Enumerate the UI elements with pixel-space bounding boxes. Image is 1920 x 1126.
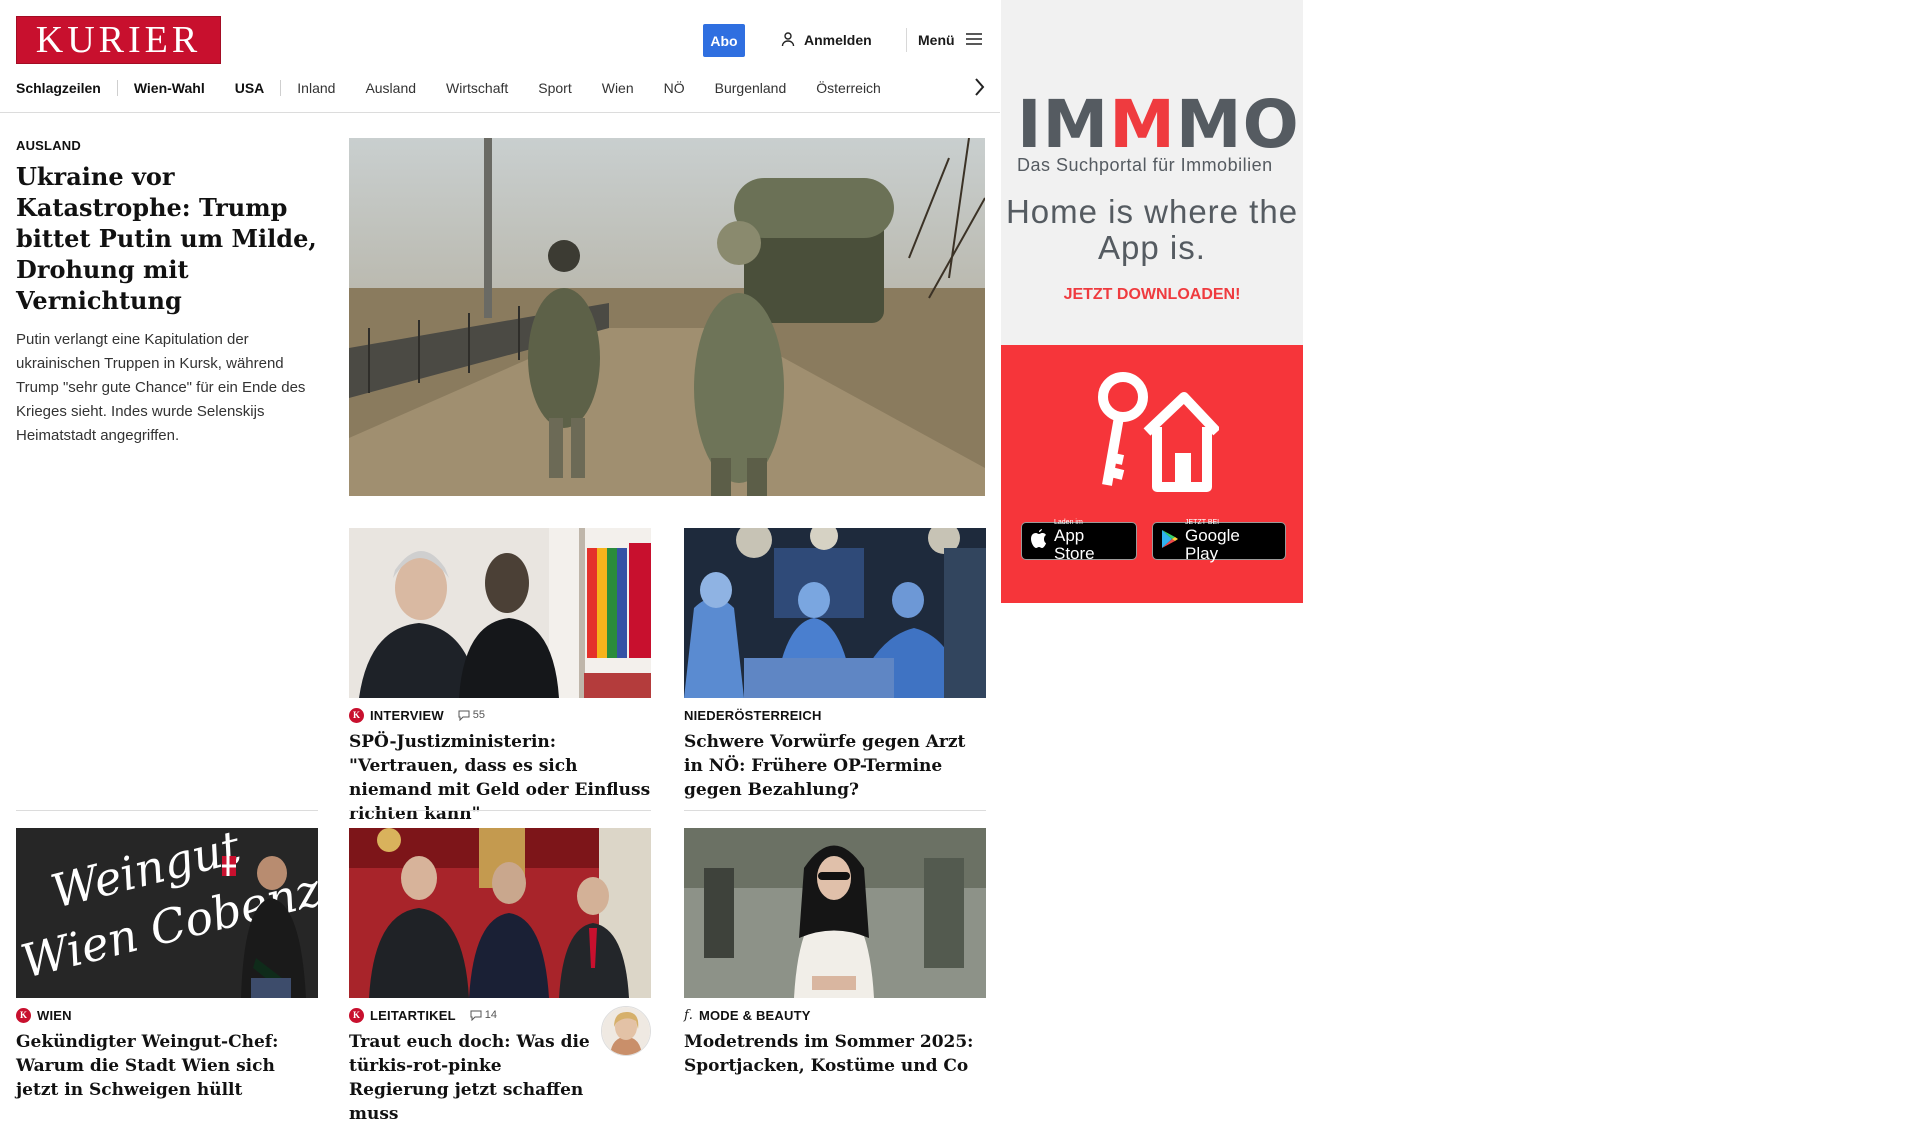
nav-item-wien-wahl[interactable]: Wien-Wahl (134, 80, 205, 96)
login-label: Anmelden (804, 32, 872, 48)
article-card[interactable]: K INTERVIEW 55 SPÖ-Justizministerin: "Ve… (349, 528, 651, 826)
lead-headline[interactable]: Ukraine vor Katastrophe: Trump bittet Pu… (16, 161, 321, 316)
nav-scroll-right-icon[interactable] (972, 76, 986, 103)
article-headline[interactable]: Gekündigter Weingut-Chef: Warum die Stad… (16, 1030, 318, 1102)
ad-download-link[interactable]: JETZT DOWNLOADEN! (1001, 286, 1303, 304)
lead-story[interactable]: AUSLAND Ukraine vor Katastrophe: Trump b… (16, 138, 321, 448)
abo-button[interactable]: Abo (703, 24, 745, 57)
app-store-button[interactable]: Laden im App Store (1021, 519, 1137, 563)
article-card[interactable]: 𝑓. MODE & BEAUTY Modetrends im Sommer 20… (684, 828, 986, 1078)
menu-label: Menü (918, 32, 955, 48)
nav-item-ausland[interactable]: Ausland (365, 80, 416, 96)
ad-subtitle: Das Suchportal für Immobilien (1017, 155, 1273, 175)
nav-item-oesterreich[interactable]: Österreich (816, 80, 881, 96)
premium-k-icon: K (349, 1007, 364, 1023)
article-image-surgery[interactable] (684, 528, 986, 698)
divider (16, 810, 318, 811)
ad-claim: Home is where the App is. (1005, 193, 1299, 266)
nav-item-inland[interactable]: Inland (297, 80, 335, 96)
article-meta: 𝑓. MODE & BEAUTY (684, 1006, 986, 1024)
lead-image-soldiers[interactable] (349, 138, 985, 496)
nav-item-schlagzeilen[interactable]: Schlagzeilen (16, 80, 101, 96)
hamburger-icon (965, 32, 983, 49)
nav-item-noe[interactable]: NÖ (664, 80, 685, 96)
category-nav: Schlagzeilen Wien-Wahl USA Inland Auslan… (16, 74, 986, 102)
article-meta: NIEDERÖSTERREICH (684, 706, 986, 724)
article-kicker: INTERVIEW (370, 707, 444, 723)
key-house-icon (1089, 367, 1221, 497)
nav-item-usa[interactable]: USA (235, 80, 265, 96)
google-play-button[interactable]: JETZT BEI Google Play (1152, 519, 1286, 563)
nav-divider (116, 80, 118, 96)
article-image-minister[interactable] (349, 528, 651, 698)
article-card[interactable]: Weingut Wien Cobenzl K WIEN Gekündigter … (16, 828, 318, 1102)
comment-count-value: 55 (472, 709, 486, 721)
comment-icon (470, 1010, 482, 1021)
premium-k-icon: K (16, 1007, 31, 1023)
mode-beauty-icon: 𝑓. (684, 1007, 693, 1023)
immmo-ad-banner[interactable]: Laden im App Store JETZT BEI Google Play (1001, 345, 1303, 603)
lead-teaser: Putin verlangt eine Kapitulation der ukr… (16, 331, 306, 444)
divider (684, 810, 986, 811)
nav-item-wien[interactable]: Wien (602, 80, 634, 96)
lead-kicker: AUSLAND (16, 138, 81, 153)
login-button[interactable]: Anmelden (780, 30, 872, 50)
article-kicker: NIEDERÖSTERREICH (684, 707, 822, 723)
article-meta: K INTERVIEW 55 (349, 706, 651, 724)
nav-divider (280, 80, 282, 96)
nav-item-sport[interactable]: Sport (538, 80, 571, 96)
author-avatar[interactable] (601, 1006, 651, 1056)
article-card[interactable]: K LEITARTIKEL 14 Traut euch doch: Was di… (349, 828, 651, 1126)
nav-item-wirtschaft[interactable]: Wirtschaft (446, 80, 508, 96)
comment-count[interactable]: 14 (470, 1009, 497, 1021)
comment-icon (458, 710, 470, 721)
apple-icon (1030, 528, 1048, 554)
menu-button[interactable]: Menü (918, 30, 983, 50)
article-image-weingut[interactable]: Weingut Wien Cobenzl (16, 828, 318, 998)
article-kicker: MODE & BEAUTY (698, 1007, 811, 1023)
article-image-government[interactable] (349, 828, 651, 998)
article-headline[interactable]: Modetrends im Sommer 2025: Sportjacken, … (684, 1030, 986, 1078)
article-headline[interactable]: SPÖ-Justizministerin: "Vertrauen, dass e… (349, 730, 651, 826)
header-separator (0, 112, 1000, 113)
immmo-ad[interactable]: IMMMO Das Suchportal für Immobilien Home… (1001, 0, 1303, 345)
article-kicker: WIEN (37, 1007, 72, 1023)
article-card[interactable]: NIEDERÖSTERREICH Schwere Vorwürfe gegen … (684, 528, 986, 802)
comment-count[interactable]: 55 (458, 709, 485, 721)
premium-k-icon: K (349, 707, 364, 723)
divider (349, 810, 651, 811)
immmo-logo: IMMMO (1017, 86, 1300, 163)
nav-item-burgenland[interactable]: Burgenland (715, 80, 787, 96)
google-play-icon (1161, 529, 1179, 554)
article-kicker: LEITARTIKEL (370, 1007, 456, 1023)
article-meta: K WIEN (16, 1006, 318, 1024)
header-divider (906, 28, 907, 52)
comment-count-value: 14 (484, 1009, 497, 1021)
user-icon (780, 31, 796, 50)
kurier-logo[interactable]: KURIER (16, 16, 221, 64)
googleplay-big-label: Google Play (1185, 526, 1240, 563)
article-headline[interactable]: Schwere Vorwürfe gegen Arzt in NÖ: Frühe… (684, 730, 986, 802)
article-image-fashion[interactable] (684, 828, 986, 998)
appstore-big-label: App Store (1054, 526, 1095, 563)
